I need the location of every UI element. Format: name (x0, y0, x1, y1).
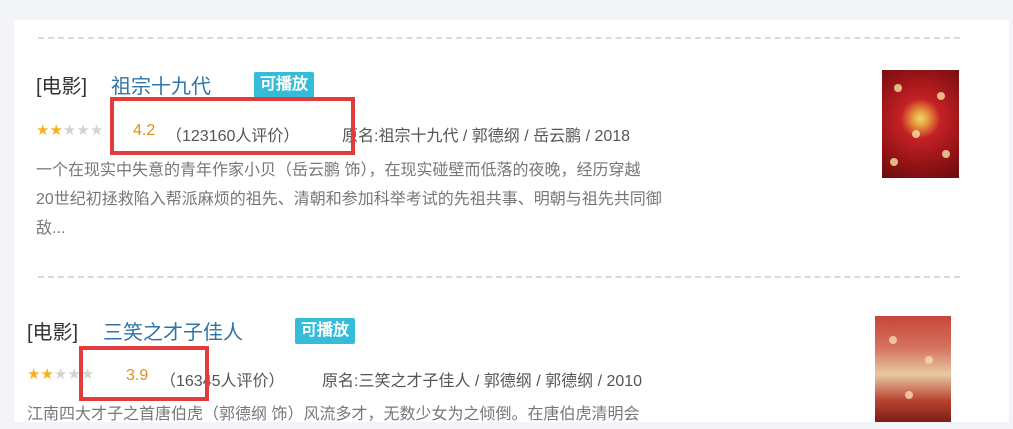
rating-score: 4.2 (133, 122, 156, 139)
movie-title-link[interactable]: 祖宗十九代 (111, 70, 211, 99)
star-filled-icon: ★ (36, 122, 50, 139)
star-empty-icon: ★ (62, 122, 77, 139)
description-line: 一个在现实中失意的青年作家小贝（岳云鹏 饰），在现实碰壁而低落的夜晚，经历穿越 (36, 162, 641, 179)
description-line: 敌... (36, 220, 66, 237)
playable-badge[interactable]: 可播放 (295, 318, 356, 344)
playable-badge[interactable]: 可播放 (254, 72, 315, 98)
star-empty-icon: ★ (89, 122, 104, 139)
star-empty-icon: ★ (76, 122, 90, 139)
type-tag: [电影] (27, 322, 79, 344)
star-filled-icon: ★ (27, 366, 41, 383)
star-empty-icon: ★ (67, 366, 81, 383)
rating-count: （16345人评价） (160, 373, 285, 390)
movie-poster[interactable] (882, 70, 959, 178)
movie-description: 一个在现实中失意的青年作家小贝（岳云鹏 饰），在现实碰壁而低落的夜晚，经历穿越 … (36, 156, 866, 243)
movie-meta: 原名:祖宗十九代 / 郭德纲 / 岳云鹏 / 2018 (342, 128, 631, 145)
movie-title-link[interactable]: 三笑之才子佳人 (103, 316, 243, 345)
movie-description: 江南四大才子之首唐伯虎（郭德纲 饰）风流多才，无数少女为之倾倒。在唐伯虎清明会 (27, 400, 862, 429)
rating-count: （123160人评价） (166, 128, 300, 145)
movie-meta: 原名:三笑之才子佳人 / 郭德纲 / 郭德纲 / 2010 (322, 373, 643, 390)
divider (38, 37, 960, 39)
description-line: 江南四大才子之首唐伯虎（郭德纲 饰）风流多才，无数少女为之倾倒。在唐伯虎清明会 (27, 406, 640, 423)
divider (38, 276, 960, 278)
star-rating: ★★★★★ (36, 121, 103, 139)
star-empty-icon: ★ (53, 366, 68, 383)
star-empty-icon: ★ (80, 366, 95, 383)
movie-poster[interactable] (875, 316, 951, 422)
star-rating: ★★★★★ (27, 365, 94, 383)
rating-score: 3.9 (126, 367, 149, 384)
description-line: 20世纪初拯救陷入帮派麻烦的祖先、清朝和参加科举考试的先祖共事、明朝与祖先共同御 (36, 191, 662, 208)
type-tag: [电影] (36, 76, 88, 98)
star-filled-icon: ★ (40, 366, 54, 383)
star-filled-icon: ★ (49, 122, 63, 139)
